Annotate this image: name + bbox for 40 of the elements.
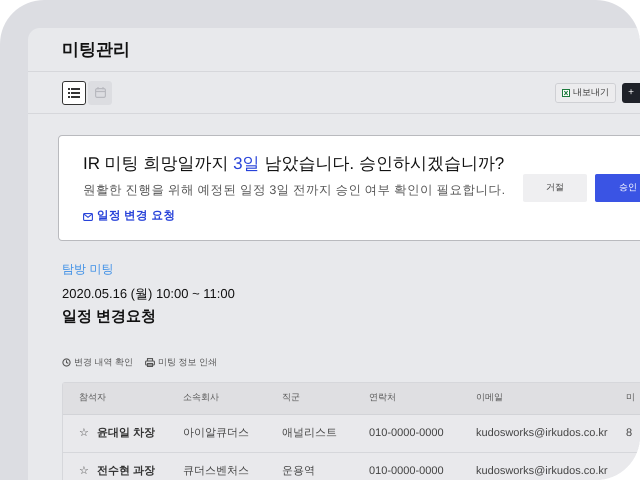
add-button[interactable]: + bbox=[622, 82, 640, 102]
star-icon[interactable]: ☆ bbox=[79, 462, 89, 480]
history-link[interactable]: 변경 내역 확인 bbox=[62, 356, 134, 370]
notice-title: IR 미팅 희망일까지 3일 남았습니다. 승인하시겠습니까? bbox=[83, 152, 506, 175]
spreadsheet-icon bbox=[562, 88, 570, 96]
meeting-title: 일정 변경요청 bbox=[62, 306, 158, 326]
table-cell-text: 큐더스벤처스 bbox=[183, 464, 250, 479]
table-cell-text: 8 bbox=[626, 426, 634, 441]
printer-icon bbox=[145, 358, 156, 368]
calendar-icon bbox=[94, 87, 106, 98]
reject-button[interactable]: 거절 bbox=[523, 174, 587, 202]
column-header: 이메일 bbox=[476, 391, 504, 404]
table-cell-text: 010-0000-0000 bbox=[369, 464, 445, 479]
view-toggle-button[interactable] bbox=[62, 80, 86, 104]
view-toggle-button[interactable] bbox=[88, 80, 112, 104]
meeting-datetime: 2020.05.16 (월) 10:00 ~ 11:00 bbox=[62, 285, 236, 303]
column-header: 미 bbox=[626, 391, 636, 404]
column-header: 소속회사 bbox=[183, 391, 220, 404]
meeting-category: 탐방 미팅 bbox=[62, 261, 114, 278]
table-cell-text: 애널리스트 bbox=[282, 426, 338, 441]
mail-icon bbox=[83, 212, 93, 221]
schedule-change-link[interactable]: 일정 변경 요청 bbox=[83, 208, 523, 226]
approve-button[interactable]: 승인 bbox=[595, 174, 640, 202]
export-button[interactable]: 내보내기 bbox=[555, 82, 616, 102]
print-link[interactable]: 미팅 정보 인쇄 bbox=[145, 356, 218, 370]
page-title: 미팅관리 bbox=[62, 38, 130, 61]
table-cell-text: 전수현 과장 bbox=[97, 464, 156, 479]
list-icon bbox=[68, 88, 80, 98]
table-cell-text: 010-0000-0000 bbox=[369, 426, 445, 441]
column-header: 직군 bbox=[282, 391, 301, 404]
clock-icon bbox=[62, 358, 71, 368]
table-cell-text: 운용역 bbox=[282, 464, 316, 479]
column-header: 참석자 bbox=[79, 391, 107, 404]
table-cell-text: kudosworks@irkudos.co.kr bbox=[476, 464, 609, 479]
star-icon[interactable]: ☆ bbox=[79, 424, 89, 442]
notice-message: 원활한 진행을 위해 예정된 일정 3일 전까지 승인 여부 확인이 필요합니다. bbox=[83, 182, 506, 200]
table-cell-text: kudosworks@irkudos.co.kr bbox=[476, 426, 609, 441]
table-cell-text: 아이알큐더스 bbox=[183, 426, 250, 441]
table-cell-text: 윤대일 차장 bbox=[97, 426, 156, 441]
column-header: 연락처 bbox=[369, 391, 397, 404]
